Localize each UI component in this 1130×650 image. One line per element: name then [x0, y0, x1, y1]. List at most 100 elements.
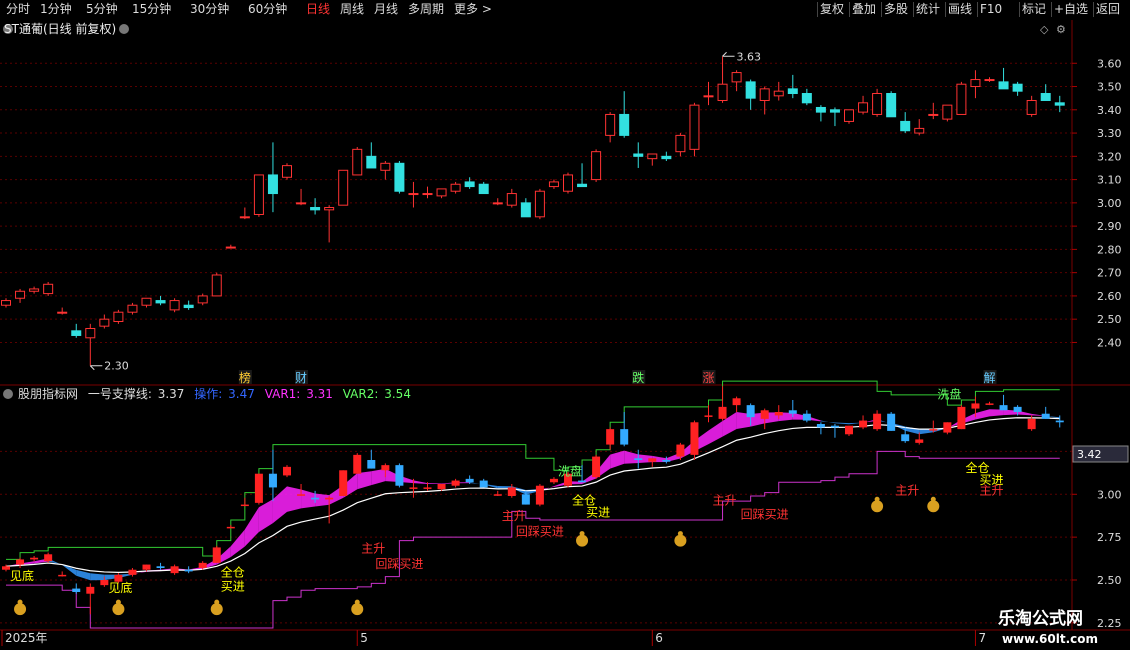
- time-label: 7: [978, 631, 986, 645]
- diamond-icon[interactable]: ◇: [1040, 23, 1049, 36]
- candle-body[interactable]: [197, 295, 208, 304]
- signal-label: 主升: [713, 494, 737, 508]
- candle-body[interactable]: [591, 151, 602, 181]
- candle-body[interactable]: [520, 202, 531, 218]
- candle-body[interactable]: [1040, 93, 1051, 101]
- candle-body[interactable]: [970, 79, 981, 88]
- indicator-candle-body: [535, 485, 544, 505]
- candle-body[interactable]: [408, 193, 419, 196]
- candle-body[interactable]: [928, 113, 939, 116]
- candle-body[interactable]: [183, 304, 194, 309]
- candle-body[interactable]: [310, 207, 321, 211]
- main-panel-bg: [0, 19, 1130, 385]
- candle-body[interactable]: [169, 300, 180, 311]
- candle-body[interactable]: [352, 148, 363, 176]
- candle-body[interactable]: [225, 246, 236, 249]
- candle-body[interactable]: [267, 174, 278, 195]
- candle-body[interactable]: [815, 106, 826, 113]
- candle-body[interactable]: [43, 283, 54, 295]
- candle-body[interactable]: [85, 327, 96, 339]
- indicator-candle-body: [240, 504, 249, 507]
- event-tag[interactable]: 榜: [239, 370, 251, 385]
- indicator-collapse-icon[interactable]: [3, 389, 13, 399]
- candle-body[interactable]: [422, 193, 433, 196]
- candle-body[interactable]: [689, 104, 700, 150]
- indicator-candle-body: [915, 439, 924, 443]
- candle-body[interactable]: [647, 153, 658, 160]
- candle-body[interactable]: [492, 202, 503, 205]
- indicator-candle-body: [1055, 420, 1064, 423]
- chevron-down-icon[interactable]: [119, 24, 129, 34]
- candle-body[interactable]: [829, 109, 840, 113]
- candle-body[interactable]: [141, 297, 152, 306]
- candle-body[interactable]: [619, 113, 630, 136]
- candle-body[interactable]: [1, 300, 11, 306]
- candle-body[interactable]: [324, 207, 335, 211]
- candle-body[interactable]: [773, 90, 784, 97]
- candle-body[interactable]: [900, 120, 911, 132]
- candle-body[interactable]: [464, 181, 475, 188]
- event-tag[interactable]: 涨: [703, 370, 715, 385]
- trend-ribbon-segment: [989, 409, 1004, 417]
- indicator-candle-body: [58, 574, 67, 577]
- candle-body[interactable]: [29, 288, 40, 292]
- candle-body[interactable]: [956, 83, 967, 115]
- candle-body[interactable]: [211, 274, 222, 297]
- candle-body[interactable]: [478, 183, 489, 195]
- candle-body[interactable]: [296, 202, 307, 205]
- candle-body[interactable]: [661, 155, 672, 160]
- event-tag[interactable]: 跌: [632, 370, 644, 385]
- candle-body[interactable]: [253, 174, 264, 215]
- candle-body[interactable]: [127, 304, 138, 313]
- trend-ribbon-segment: [975, 409, 990, 420]
- candle-body[interactable]: [745, 81, 756, 99]
- candle-body[interactable]: [1026, 99, 1037, 115]
- candle-body[interactable]: [801, 93, 812, 104]
- candle-body[interactable]: [57, 311, 68, 314]
- candle-body[interactable]: [872, 93, 883, 115]
- candle-body[interactable]: [858, 102, 869, 113]
- event-tag[interactable]: 解: [984, 371, 996, 385]
- candle-body[interactable]: [366, 155, 377, 169]
- candle-body[interactable]: [844, 109, 854, 122]
- candle-body[interactable]: [577, 183, 588, 188]
- candle-body[interactable]: [984, 79, 995, 82]
- candle-body[interactable]: [717, 83, 728, 101]
- candle-body[interactable]: [71, 330, 82, 336]
- money-bag-icon: [674, 534, 687, 547]
- y-tick-label: 3.40: [1097, 104, 1122, 117]
- candle-body[interactable]: [15, 290, 26, 299]
- candle-body[interactable]: [605, 113, 616, 136]
- candle-body[interactable]: [787, 88, 798, 95]
- candle-body[interactable]: [338, 169, 349, 206]
- indicator-y-axis: 3.253.002.752.502.25: [1072, 445, 1122, 630]
- candle-body[interactable]: [731, 72, 742, 83]
- candle-body[interactable]: [703, 95, 714, 98]
- candle-body[interactable]: [942, 104, 953, 120]
- candle-body[interactable]: [380, 162, 391, 171]
- candle-body[interactable]: [633, 153, 644, 157]
- candle-body[interactable]: [759, 88, 770, 101]
- candle-body[interactable]: [99, 318, 110, 327]
- candle-body[interactable]: [155, 300, 166, 304]
- candle-body[interactable]: [1054, 102, 1065, 106]
- candle-body[interactable]: [282, 165, 292, 178]
- settings-icon[interactable]: ⚙: [1056, 23, 1066, 36]
- signal-label: 洗盘: [937, 386, 961, 401]
- event-tag[interactable]: 财: [295, 371, 307, 385]
- candle-body[interactable]: [1012, 83, 1023, 92]
- candle-body[interactable]: [450, 183, 461, 192]
- candle-body[interactable]: [506, 193, 517, 206]
- candle-body[interactable]: [675, 134, 686, 153]
- candle-body[interactable]: [548, 181, 559, 188]
- candle-body[interactable]: [563, 174, 573, 192]
- candle-body[interactable]: [914, 127, 925, 134]
- indicator-signals: 见底见底全仓买进主升回踩买进主升回踩买进洗盘全仓买进主升回踩买进洗盘全仓主升买进…: [10, 386, 1004, 616]
- candle-body[interactable]: [436, 188, 447, 197]
- candle-body[interactable]: [113, 311, 124, 323]
- candle-body[interactable]: [534, 190, 545, 218]
- candle-body[interactable]: [394, 162, 405, 192]
- candle-body[interactable]: [998, 81, 1009, 90]
- candle-body[interactable]: [239, 216, 250, 219]
- candle-body[interactable]: [886, 93, 897, 118]
